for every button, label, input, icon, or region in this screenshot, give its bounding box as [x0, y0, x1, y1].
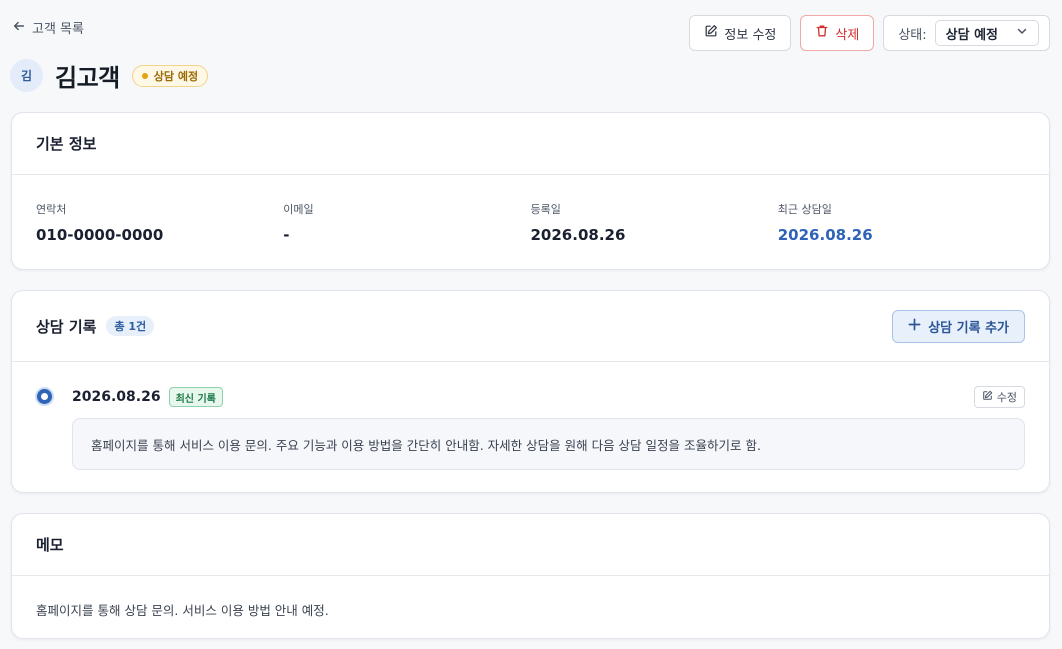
- info-field-phone: 연락처 010-0000-0000: [36, 201, 283, 244]
- customer-name: 김고객: [55, 64, 120, 92]
- record-content: 홈페이지를 통해 서비스 이용 문의. 주요 기능과 이용 방법을 간단히 안내…: [72, 418, 1025, 470]
- trash-icon: [815, 24, 829, 42]
- chevron-down-icon: [1016, 25, 1028, 41]
- memo-title: 메모: [36, 536, 64, 554]
- basic-info-grid: 연락처 010-0000-0000 이메일 - 등록일 2026.08.26 최…: [12, 175, 1049, 244]
- add-consult-record-label: 상담 기록 추가: [928, 320, 1009, 336]
- status-badge-label: 상담 예정: [153, 69, 199, 83]
- info-value: -: [283, 226, 290, 244]
- record-head: 2026.08.26 최신 기록 수정: [72, 386, 1025, 408]
- consult-record-item: 2026.08.26 최신 기록 수정 홈페이지를 통해 서비스 이용 문의. …: [12, 362, 1049, 470]
- info-label: 최근 상담일: [777, 203, 832, 216]
- info-value: 2026.08.26: [530, 226, 626, 244]
- last-consult-date-link[interactable]: 2026.08.26: [778, 226, 1025, 244]
- basic-info-card: 기본 정보 연락처 010-0000-0000 이메일 - 등록일 2026.0…: [11, 112, 1050, 270]
- edit-info-label: 정보 수정: [724, 27, 777, 43]
- consult-records-title-wrap: 상담 기록 총 1건: [36, 316, 155, 337]
- info-field-registered: 등록일 2026.08.26: [531, 201, 778, 244]
- record-date-wrap: 2026.08.26 최신 기록: [72, 387, 223, 407]
- consult-records-card: 상담 기록 총 1건 상담 기록 추가 2026.08.26 최신 기록 수정 …: [11, 290, 1050, 493]
- header-actions: 정보 수정 삭제 상태: 상담 예정: [689, 15, 1050, 51]
- info-label: 등록일: [530, 203, 561, 216]
- latest-record-badge: 최신 기록: [168, 387, 223, 407]
- status-dropdown[interactable]: 상담 예정: [934, 20, 1039, 46]
- info-label: 연락처: [36, 203, 67, 216]
- basic-info-header: 기본 정보: [12, 113, 1049, 175]
- edit-info-button[interactable]: 정보 수정: [689, 15, 792, 51]
- record-date: 2026.08.26: [72, 389, 161, 405]
- status-badge: 상담 예정: [131, 64, 209, 87]
- info-value: 010-0000-0000: [36, 226, 164, 244]
- edit-record-button[interactable]: 수정: [973, 386, 1025, 408]
- arrow-left-icon: [12, 19, 26, 37]
- back-link-label: 고객 목록: [32, 22, 84, 37]
- avatar: 김: [10, 59, 43, 92]
- info-label: 이메일: [283, 203, 314, 216]
- records-count-badge: 총 1건: [106, 316, 155, 336]
- status-dot-icon: [141, 72, 148, 79]
- memo-card: 메모 홈페이지를 통해 상담 문의. 서비스 이용 방법 안내 예정.: [11, 513, 1050, 639]
- memo-header: 메모: [12, 514, 1049, 576]
- pencil-square-icon: [982, 390, 993, 404]
- consult-records-header: 상담 기록 총 1건 상담 기록 추가: [12, 291, 1049, 362]
- delete-button[interactable]: 삭제: [800, 15, 875, 51]
- customer-header: 김 김고객 상담 예정: [10, 58, 209, 93]
- consult-records-title: 상담 기록: [36, 317, 97, 336]
- status-dropdown-value: 상담 예정: [945, 27, 998, 43]
- edit-record-label: 수정: [996, 391, 1017, 404]
- delete-label: 삭제: [835, 27, 860, 43]
- basic-info-title: 기본 정보: [36, 135, 97, 153]
- plus-icon: [908, 318, 921, 335]
- info-field-email: 이메일 -: [283, 201, 530, 244]
- info-field-last-consult: 최근 상담일 2026.08.26: [778, 201, 1025, 244]
- status-selector-label: 상태:: [898, 27, 927, 43]
- add-consult-record-button[interactable]: 상담 기록 추가: [892, 309, 1025, 343]
- back-to-customer-list-link[interactable]: 고객 목록: [12, 18, 84, 37]
- pencil-square-icon: [704, 24, 718, 42]
- status-selector: 상태: 상담 예정: [883, 15, 1050, 51]
- memo-content: 홈페이지를 통해 상담 문의. 서비스 이용 방법 안내 예정.: [36, 603, 329, 618]
- timeline-dot-icon: [37, 389, 52, 404]
